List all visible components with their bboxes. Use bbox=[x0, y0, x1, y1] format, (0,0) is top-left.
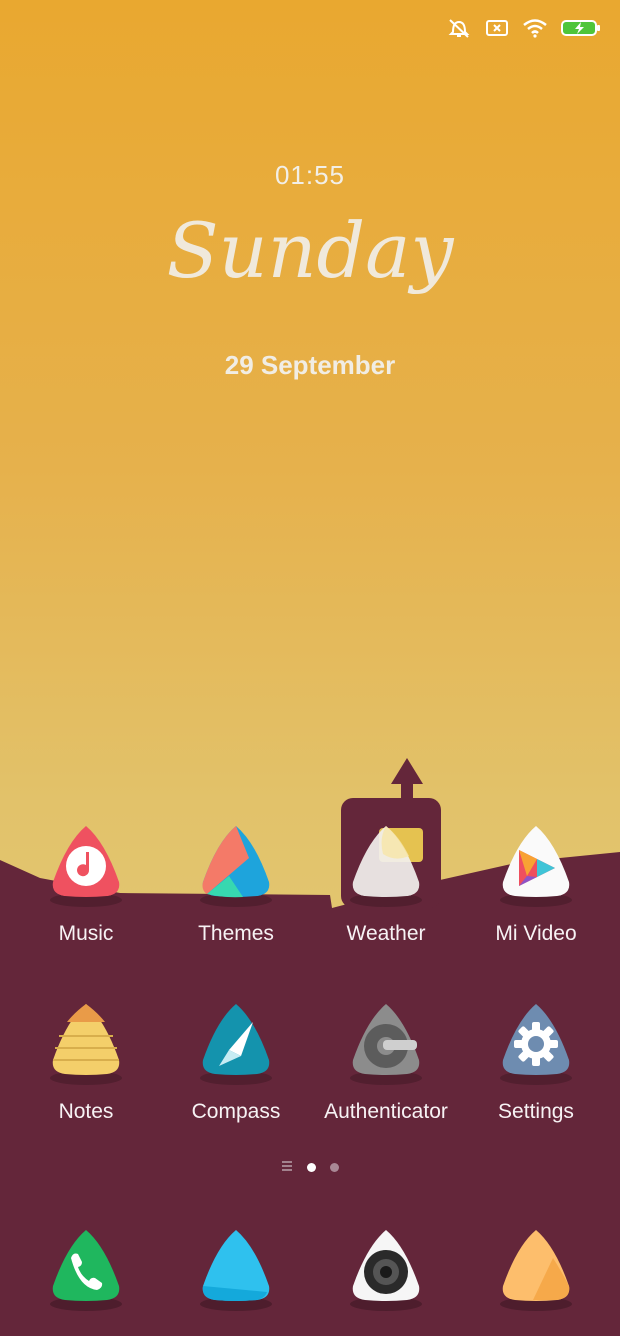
dock-messages[interactable] bbox=[161, 1228, 311, 1312]
app-weather[interactable]: Weather bbox=[311, 824, 461, 946]
settings-icon bbox=[493, 1002, 579, 1086]
dock-camera[interactable] bbox=[311, 1228, 461, 1312]
app-label: Notes bbox=[58, 1100, 114, 1123]
music-icon bbox=[43, 824, 129, 908]
dock-phone[interactable] bbox=[11, 1228, 161, 1312]
browser-icon bbox=[493, 1228, 579, 1312]
app-compass[interactable]: Compass bbox=[161, 1002, 311, 1124]
app-notes[interactable]: Notes bbox=[11, 1002, 161, 1124]
app-label: Mi Video bbox=[495, 922, 577, 945]
phone-icon bbox=[43, 1228, 129, 1312]
app-label: Authenticator bbox=[324, 1100, 448, 1123]
app-label: Themes bbox=[198, 922, 274, 945]
app-label: Settings bbox=[498, 1100, 574, 1123]
dock bbox=[0, 1228, 620, 1328]
menu-page-icon[interactable] bbox=[281, 1158, 293, 1176]
messages-icon bbox=[193, 1228, 279, 1312]
weather-icon bbox=[343, 824, 429, 908]
app-themes[interactable]: Themes bbox=[161, 824, 311, 946]
camera-icon bbox=[343, 1228, 429, 1312]
app-settings[interactable]: Settings bbox=[461, 1002, 611, 1124]
page-dot[interactable] bbox=[330, 1162, 339, 1172]
app-authenticator[interactable]: Authenticator bbox=[311, 1002, 461, 1124]
app-label: Weather bbox=[346, 922, 426, 945]
page-dot-active[interactable] bbox=[307, 1162, 316, 1172]
app-label: Music bbox=[58, 922, 114, 945]
dock-browser[interactable] bbox=[461, 1228, 611, 1312]
app-row-1: Music Themes Weather Mi Video bbox=[0, 824, 620, 964]
app-music[interactable]: Music bbox=[11, 824, 161, 946]
authenticator-icon bbox=[343, 1002, 429, 1086]
notes-icon bbox=[43, 1002, 129, 1086]
page-indicator[interactable] bbox=[0, 1158, 620, 1176]
app-row-2: Notes Compass Authenticator Settings bbox=[0, 1002, 620, 1142]
app-mi-video[interactable]: Mi Video bbox=[461, 824, 611, 946]
themes-icon bbox=[193, 824, 279, 908]
mi-video-icon bbox=[493, 824, 579, 908]
app-label: Compass bbox=[191, 1100, 281, 1123]
compass-icon bbox=[193, 1002, 279, 1086]
